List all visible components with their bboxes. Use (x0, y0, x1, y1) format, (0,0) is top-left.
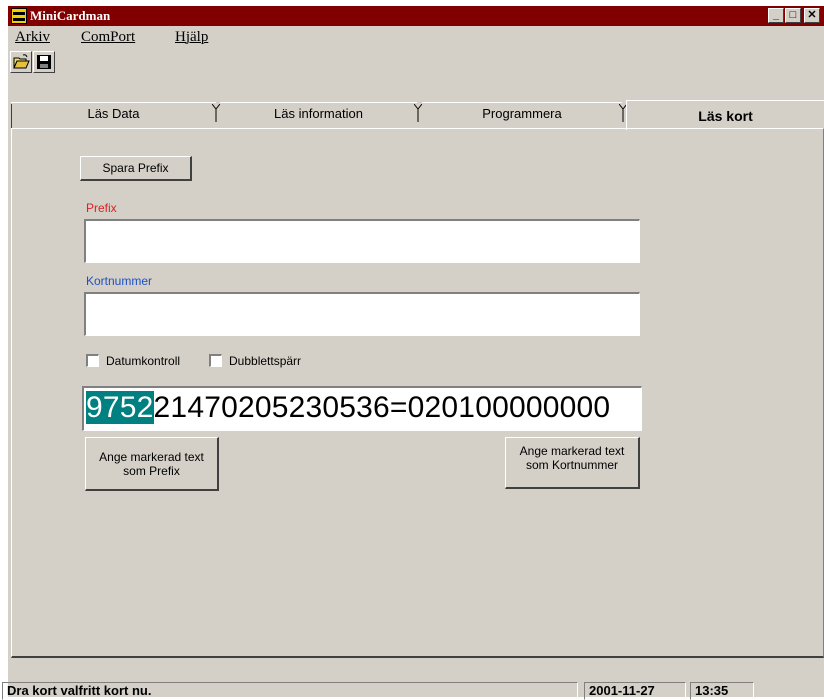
tab-left-edge (11, 104, 12, 128)
prefix-input[interactable] (84, 219, 640, 263)
set-prefix-button[interactable]: Ange markerad text som Prefix (85, 437, 219, 491)
menu-comport[interactable]: ComPort (81, 29, 135, 46)
set-card-number-button[interactable]: Ange markerad text som Kortnummer (505, 437, 640, 489)
set-card-button-line1: Ange markerad text (519, 444, 625, 458)
maximize-button[interactable]: □ (785, 8, 801, 23)
toolbar (8, 50, 824, 76)
date-check-checkbox[interactable] (86, 354, 99, 367)
tab-las-information[interactable]: Läs information (220, 102, 417, 128)
date-check-label: Datumkontroll (106, 354, 181, 368)
save-button[interactable] (33, 51, 55, 73)
floppy-disk-icon (37, 55, 51, 69)
tab-divider (212, 104, 220, 122)
close-icon: ✕ (807, 9, 817, 21)
duplicate-block-label: Dubblettspärr (229, 354, 302, 368)
card-read-selection: 9752 (86, 391, 154, 424)
status-message: Dra kort valfritt kort nu. (2, 682, 578, 700)
tab-las-kort[interactable]: Läs kort (626, 100, 824, 130)
app-window: MiniCardman _ □ ✕ Arkiv ComPort Hjälp Lä (2, 6, 824, 700)
menu-bar: Arkiv ComPort Hjälp (8, 26, 824, 48)
tab-las-data[interactable]: Läs Data (11, 102, 216, 128)
card-number-label: Kortnummer (86, 274, 153, 288)
app-icon (11, 8, 27, 24)
tab-divider (414, 104, 422, 122)
window-title: MiniCardman (30, 8, 111, 23)
duplicate-block-checkbox[interactable] (209, 354, 222, 367)
tab-programmera[interactable]: Programmera (422, 102, 622, 128)
card-read-field[interactable]: 975221470205230536=020100000000 (82, 386, 642, 431)
card-read-rest: 21470205230536=020100000000 (153, 391, 611, 424)
maximize-icon: □ (789, 9, 797, 21)
set-card-button-line2: som Kortnummer (525, 458, 619, 472)
minimize-icon: _ (772, 9, 780, 21)
tab-panel: Spara Prefix Prefix Kortnummer Datumkont… (11, 128, 824, 658)
prefix-label: Prefix (86, 201, 117, 215)
status-date: 2001-11-27 (584, 682, 686, 700)
minimize-button[interactable]: _ (768, 8, 784, 23)
menu-arkiv[interactable]: Arkiv (15, 29, 50, 46)
menu-hjalp[interactable]: Hjälp (175, 29, 208, 46)
title-bar[interactable]: MiniCardman _ □ ✕ (8, 6, 824, 26)
status-time: 13:35 (690, 682, 754, 700)
close-button[interactable]: ✕ (804, 8, 820, 23)
save-prefix-button[interactable]: Spara Prefix (80, 156, 192, 181)
open-button[interactable] (10, 51, 32, 73)
card-read-text: 975221470205230536=020100000000 (86, 388, 610, 428)
folder-open-icon (13, 54, 30, 69)
set-prefix-button-line2: som Prefix (123, 463, 180, 478)
set-prefix-button-line1: Ange markerad text (99, 449, 204, 464)
card-number-input[interactable] (84, 292, 640, 336)
